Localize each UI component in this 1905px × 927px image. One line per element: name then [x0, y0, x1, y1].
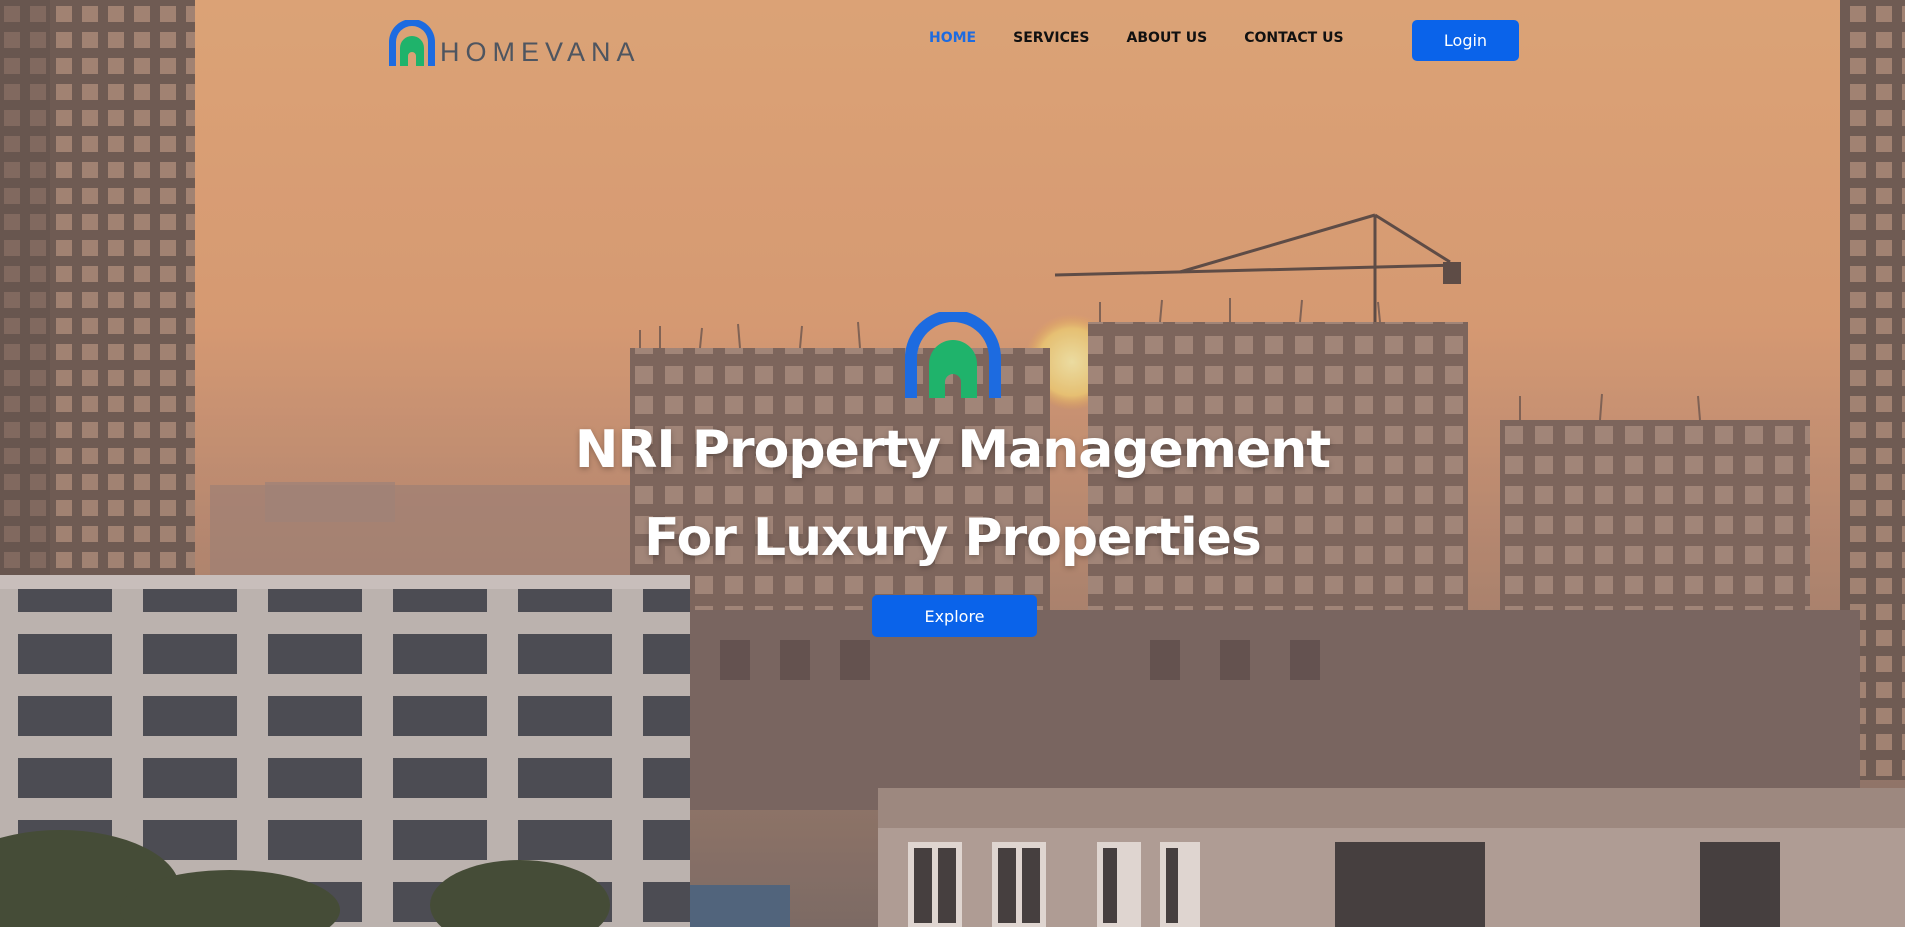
hero-title-line-1: NRI Property Management — [574, 420, 1331, 480]
brand-name: HOMEVANA — [440, 37, 641, 67]
main-nav: HOME SERVICES ABOUT US CONTACT US — [929, 30, 1381, 46]
site-header: HOMEVANA HOME SERVICES ABOUT US CONTACT … — [0, 0, 1905, 80]
nav-item-home[interactable]: HOME — [929, 30, 976, 46]
nav-item-contact-us[interactable]: CONTACT US — [1244, 30, 1343, 46]
hero-arch-house-icon — [905, 312, 1001, 398]
nav-item-services[interactable]: SERVICES — [1013, 30, 1089, 46]
brand-logo-link[interactable]: HOMEVANA — [386, 18, 641, 68]
hero-title-line-2: For Luxury Properties — [644, 508, 1262, 568]
login-button[interactable]: Login — [1412, 20, 1519, 61]
explore-button[interactable]: Explore — [872, 595, 1037, 637]
page: HOMEVANA HOME SERVICES ABOUT US CONTACT … — [0, 0, 1905, 927]
arch-house-icon — [389, 20, 435, 66]
nav-item-about-us[interactable]: ABOUT US — [1127, 30, 1208, 46]
